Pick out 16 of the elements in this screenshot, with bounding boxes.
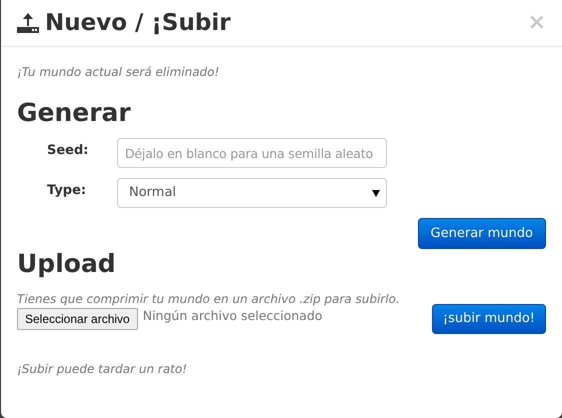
field-label: Type: — [46, 182, 88, 200]
seed-input[interactable]: Déjalo en blanco para una semilla aleato — [117, 138, 387, 168]
field-label: Seed: — [46, 142, 90, 160]
warning-text: ¡Tu mundo actual será eliminado! — [17, 64, 220, 80]
caret-icon — [372, 190, 380, 196]
type-dropdown[interactable]: Normal — [117, 178, 387, 208]
upload-note: Tienes que comprimir tu mundo en un archivo .zip para subirlo. — [17, 291, 401, 307]
section-heading: Generar — [17, 98, 132, 128]
upload-button[interactable]: ¡subir mundo! — [432, 304, 546, 334]
upload-footer-note: ¡Subir puede tardar un rato! — [17, 361, 188, 377]
upload-icon — [17, 13, 39, 33]
section-heading: Upload — [17, 249, 117, 279]
dialog-title: Nuevo / ¡Subir — [45, 12, 231, 34]
file-status-text: Ningún archivo seleccionado — [142, 307, 322, 325]
file-select-button[interactable]: Seleccionar archivo — [17, 308, 138, 330]
generate-button[interactable]: Generar mundo — [418, 218, 546, 249]
